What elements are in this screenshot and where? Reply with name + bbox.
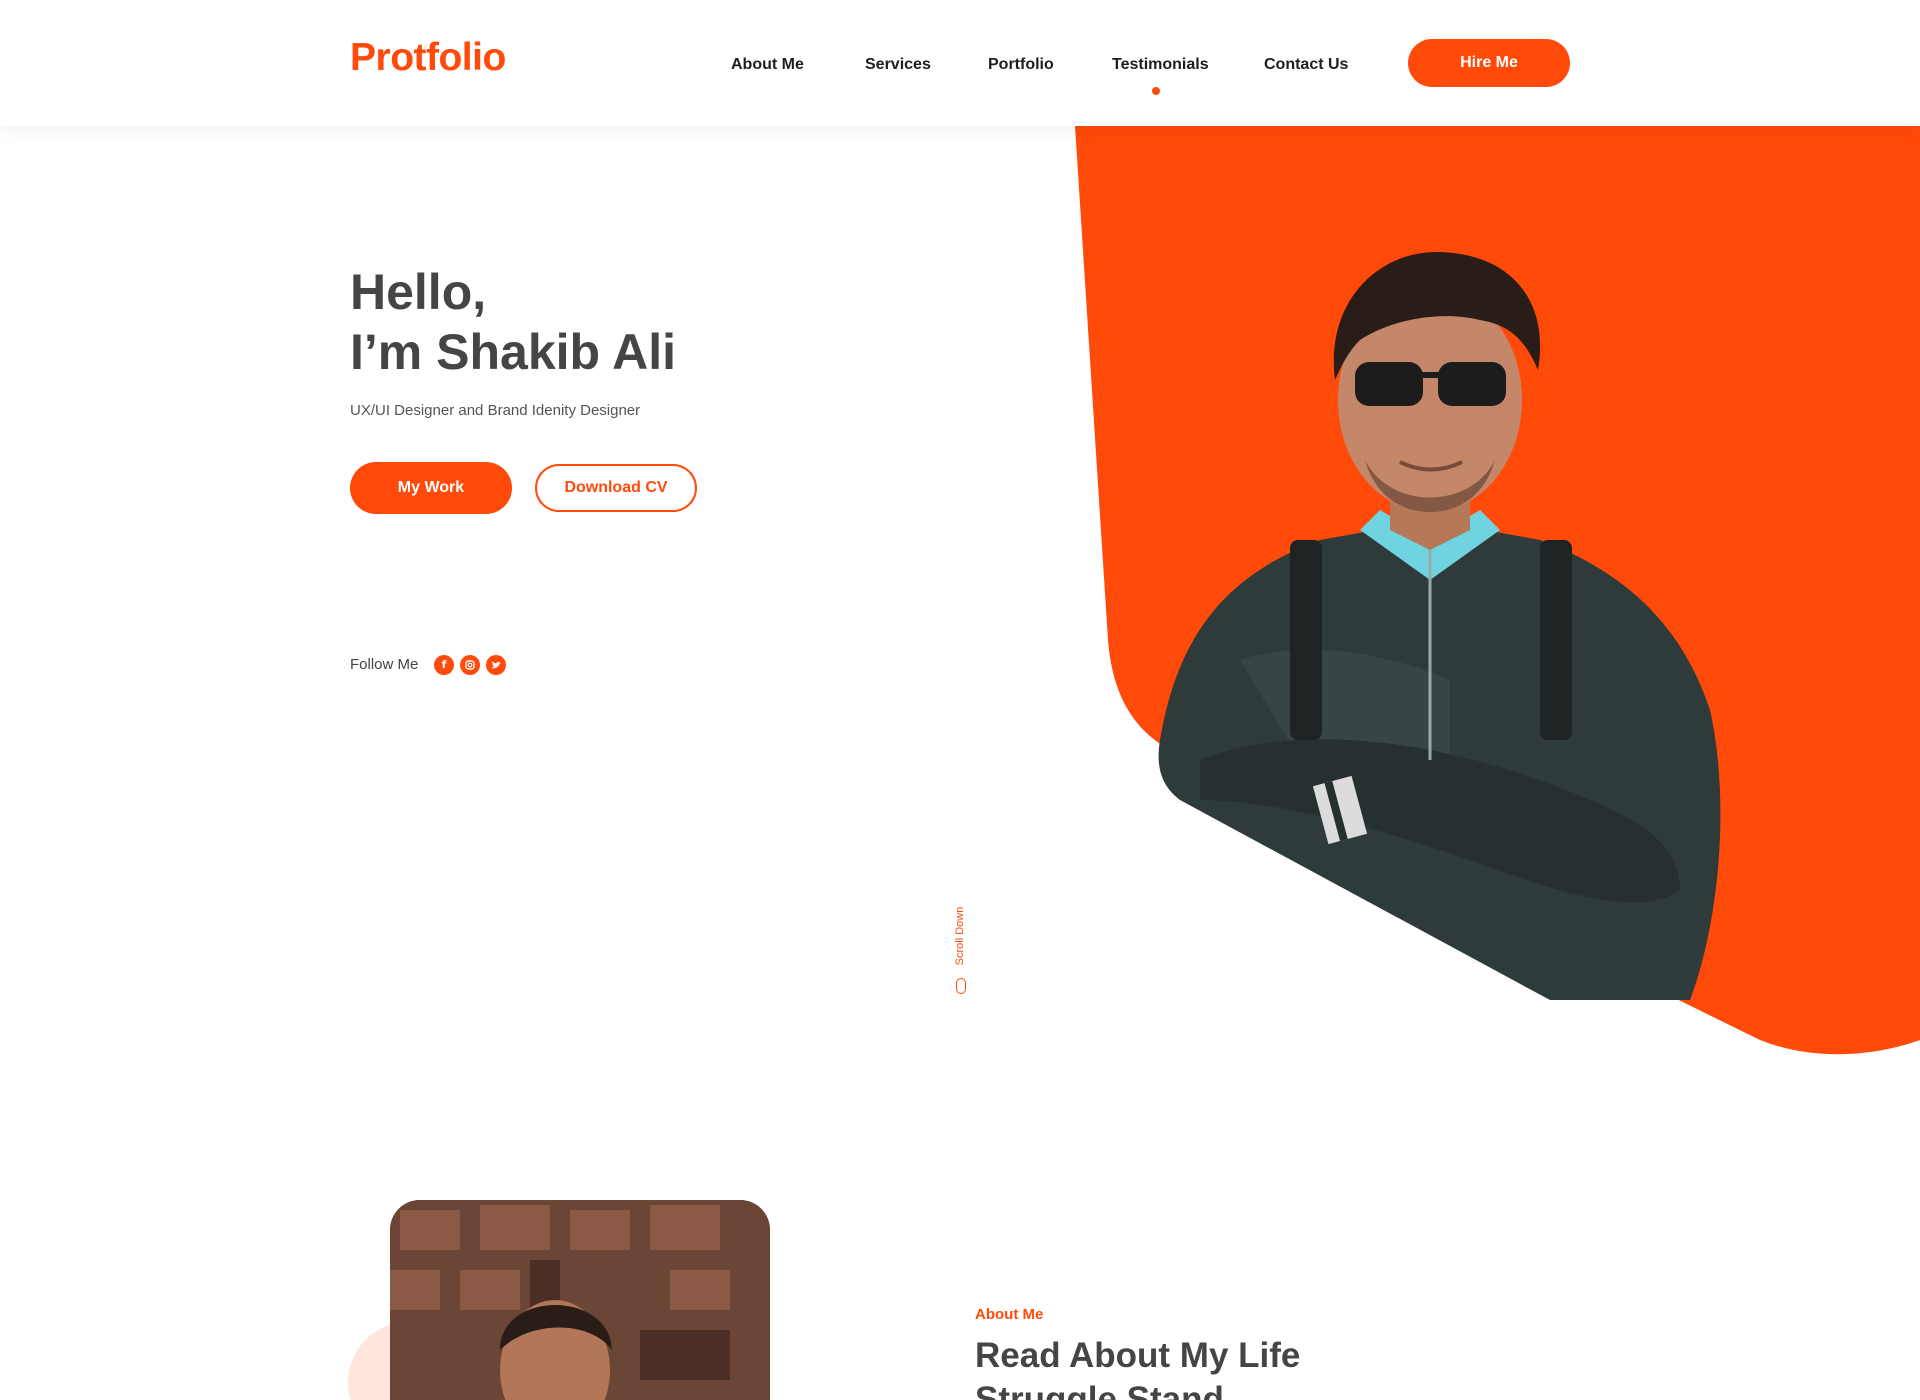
about-section-label: About Me — [975, 1306, 1044, 1323]
about-title-line-2: Struggle Stand — [975, 1380, 1224, 1400]
hero-subtitle: UX/UI Designer and Brand Idenity Designe… — [350, 402, 641, 419]
instagram-icon[interactable] — [460, 655, 480, 675]
mouse-icon — [956, 978, 966, 994]
nav-active-indicator — [1152, 87, 1160, 95]
twitter-icon[interactable] — [486, 655, 506, 675]
hire-me-button[interactable]: Hire Me — [1408, 39, 1570, 87]
about-photo — [390, 1200, 770, 1400]
facebook-icon[interactable]: f — [434, 655, 454, 675]
nav-testimonials[interactable]: Testimonials — [1112, 56, 1209, 74]
nav-contact-us[interactable]: Contact Us — [1264, 56, 1348, 74]
scroll-down-indicator[interactable]: Scroll Down — [950, 900, 972, 1000]
site-header: Protfolio About Me Services Portfolio Te… — [0, 0, 1920, 126]
my-work-button[interactable]: My Work — [350, 462, 512, 514]
nav-portfolio[interactable]: Portfolio — [988, 56, 1054, 74]
download-cv-button[interactable]: Download CV — [535, 464, 697, 512]
about-section-title: Read About My Life Struggle Stand — [975, 1334, 1300, 1400]
scroll-down-label: Scroll Down — [954, 906, 966, 966]
nav-services[interactable]: Services — [865, 56, 931, 74]
about-title-line-1: Read About My Life — [975, 1336, 1301, 1375]
follow-me-label: Follow Me — [350, 656, 419, 673]
hero-portrait — [1158, 251, 1721, 1000]
nav-about-me[interactable]: About Me — [731, 56, 804, 74]
hero-headline: Hello, I’m Shakib Ali — [350, 262, 676, 382]
logo[interactable]: Protfolio — [350, 36, 506, 80]
hero-name: I’m Shakib Ali — [350, 324, 677, 380]
hero-greeting: Hello, — [350, 264, 487, 320]
